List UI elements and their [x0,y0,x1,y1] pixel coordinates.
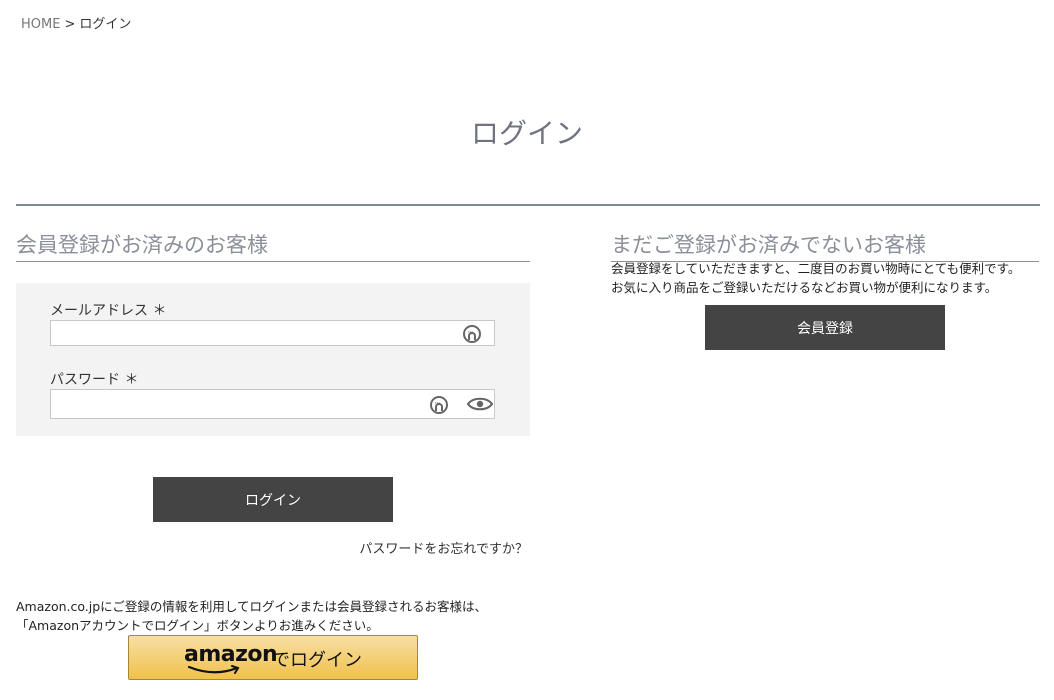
amazon-login-button[interactable]: amazon でログイン [128,635,418,680]
email-input[interactable] [51,321,447,345]
key-autofill-icon[interactable] [463,325,481,343]
guest-section-title: まだご登録がお済みでないお客様 [611,229,1039,262]
page-title: ログイン [470,117,583,150]
key-autofill-icon[interactable] [430,396,448,414]
forgot-password-link[interactable]: パスワードをお忘れですか？ [359,538,528,557]
title-divider [16,204,1040,206]
amazon-note: Amazon.co.jpにご登録の情報を利用してログインまたは会員登録されるお客… [16,597,487,635]
breadcrumb: HOME > ログイン [21,13,131,32]
email-field-wrapper [50,320,495,346]
email-label: メールアドレス ＊ [50,303,167,319]
guest-description: 会員登録をしていただきますと、二度目のお買い物時にとても便利です。 お気に入り商… [611,259,1020,297]
breadcrumb-home-link[interactable]: HOME [21,17,60,32]
amazon-button-text: でログイン [272,650,362,670]
login-button[interactable]: ログイン [153,477,393,522]
register-button[interactable]: 会員登録 [705,305,945,350]
guest-description-line1: 会員登録をしていただきますと、二度目のお買い物時にとても便利です。 [611,261,1021,276]
breadcrumb-separator: > [64,17,76,32]
member-section-title: 会員登録がお済みのお客様 [16,229,530,262]
eye-icon[interactable] [467,396,493,412]
amazon-logo: amazon [184,642,278,667]
amazon-note-line2: 「Amazonアカウントでログイン」ボタンよりお進みください。 [16,618,379,633]
guest-description-line2: お気に入り商品をご登録いただけるなどお買い物が便利になります。 [611,280,998,295]
breadcrumb-current: ログイン [79,17,132,32]
password-field-wrapper [50,389,495,419]
password-label: パスワード ＊ [50,372,139,388]
amazon-note-line1: Amazon.co.jpにご登録の情報を利用してログインまたは会員登録されるお客… [16,599,488,614]
password-input[interactable] [51,390,447,418]
amazon-smile-icon [187,665,240,674]
